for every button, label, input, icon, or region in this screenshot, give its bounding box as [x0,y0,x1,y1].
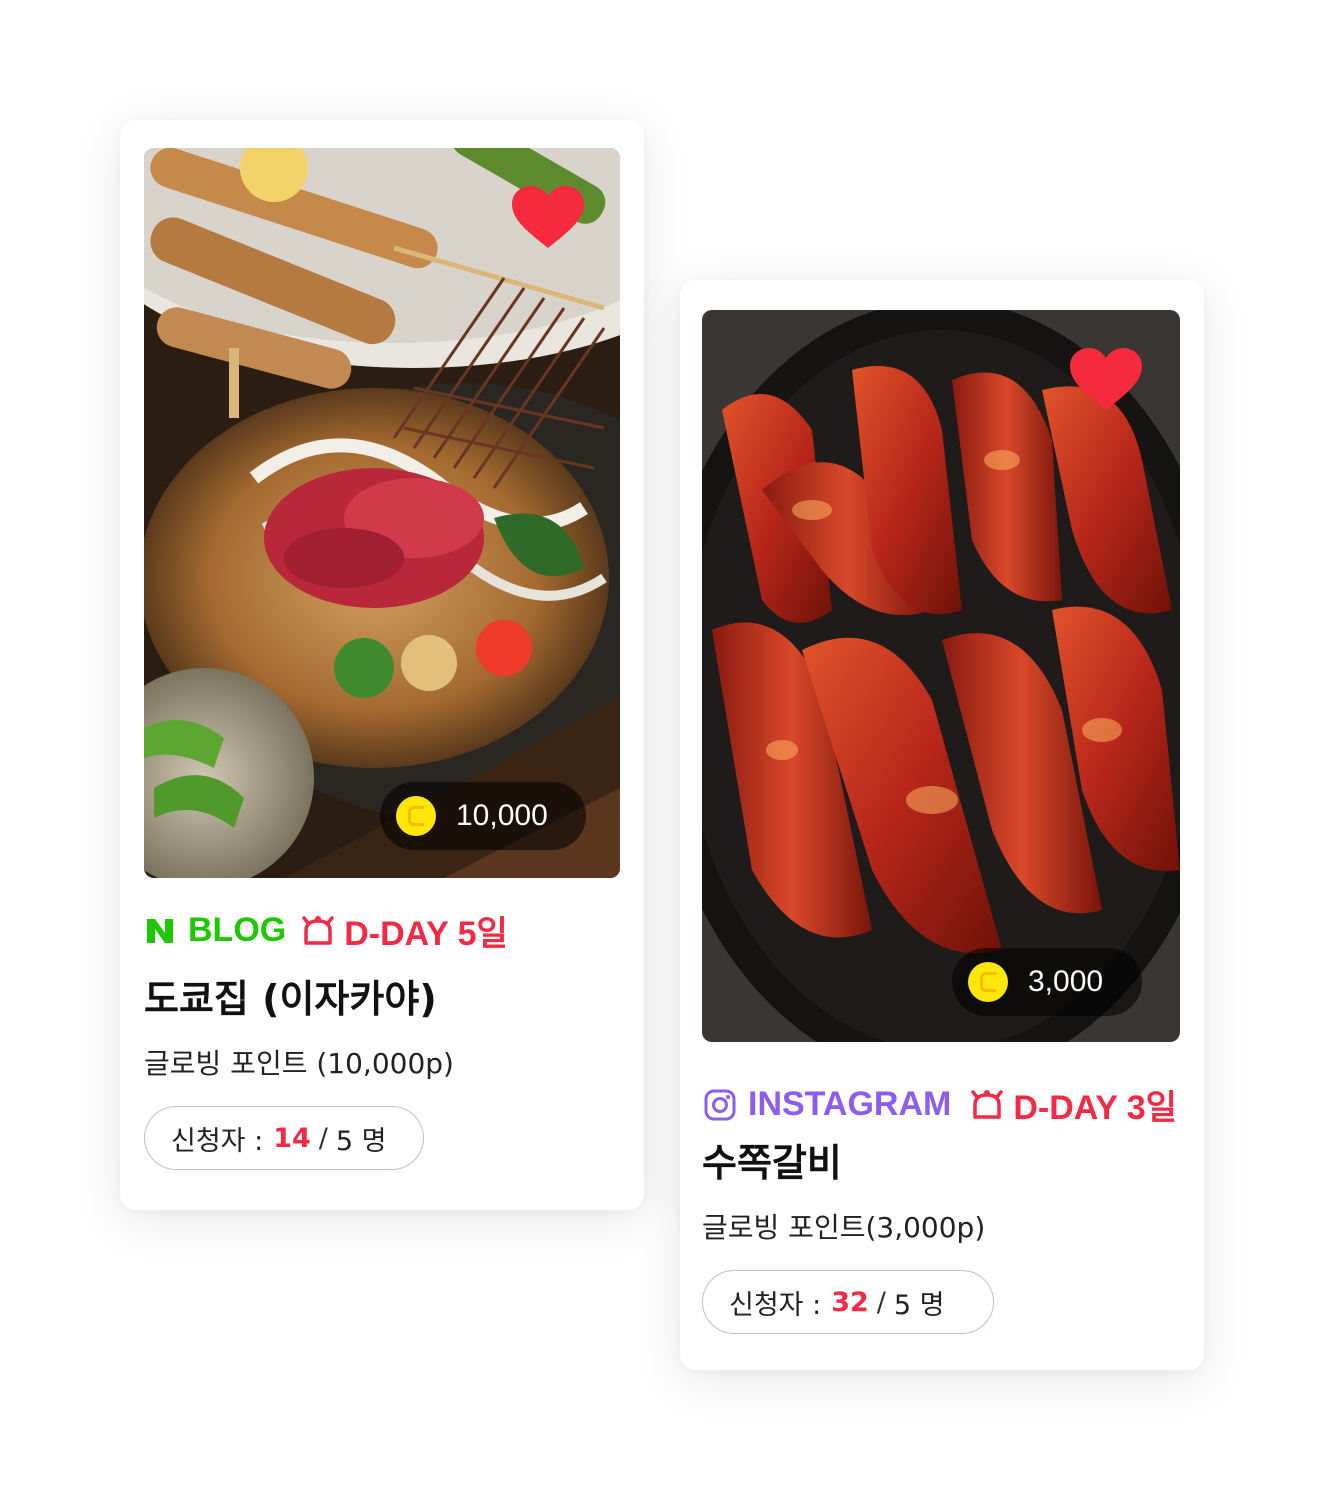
applicants-count: 32 [831,1286,869,1318]
applicants-label: 신청자 : [729,1289,822,1321]
applicants-pill: 신청자 : 14 / 5 명 [144,1106,424,1170]
points-value: 10,000 [456,799,548,832]
dday-label: D-DAY 3일 [1013,1089,1177,1127]
reward-text: 글로빙 포인트(3,000p) [702,1211,986,1244]
campaign-title[interactable]: 도쿄집 (이자카야) [144,968,437,1023]
applicants-capacity: 5 명 [893,1289,945,1321]
glowing-coin-icon [968,962,1008,1002]
platform-label: INSTAGRAM [748,1085,952,1123]
glowing-coin-icon [396,796,436,836]
campaign-card-ribs[interactable]: 3,000 INSTAGRAM D-DAY 3일 수쪽갈비 글로빙 포인트(3,… [680,280,1204,1370]
reward-text: 글로빙 포인트 (10,000p) [144,1047,454,1080]
applicants-count: 14 [273,1122,311,1154]
applicants-capacity: 5 명 [335,1125,387,1157]
campaign-meta: BLOG D-DAY 5일 [144,906,508,955]
naver-n-icon [146,917,174,944]
alarm-clock-icon [302,915,334,945]
applicants-label: 신청자 : [171,1125,264,1157]
campaign-meta: INSTAGRAM D-DAY 3일 [704,1080,1177,1129]
favorite-heart-icon[interactable] [512,186,584,250]
dday-label: D-DAY 5일 [344,915,508,953]
points-badge: 10,000 [380,782,586,850]
applicants-separator: / [876,1286,886,1318]
platform-label: BLOG [188,911,287,949]
campaign-photo[interactable]: 3,000 [702,310,1180,1042]
food-photo-ribs [702,310,1180,1042]
points-value: 3,000 [1028,965,1104,998]
campaign-title[interactable]: 수쪽갈비 [702,1132,842,1187]
alarm-clock-icon [971,1089,1004,1119]
applicants-pill: 신청자 : 32 / 5 명 [702,1270,994,1334]
applicants-separator: / [318,1122,328,1154]
campaign-card-izakaya[interactable]: 10,000 BLOG D-DAY 5일 도쿄집 (이자카야) 글로빙 포인트 … [120,120,644,1210]
food-photo-izakaya [144,148,620,878]
instagram-icon [704,1089,736,1120]
favorite-heart-icon[interactable] [1070,348,1142,412]
points-badge: 3,000 [952,948,1142,1016]
campaign-photo[interactable]: 10,000 [144,148,620,878]
